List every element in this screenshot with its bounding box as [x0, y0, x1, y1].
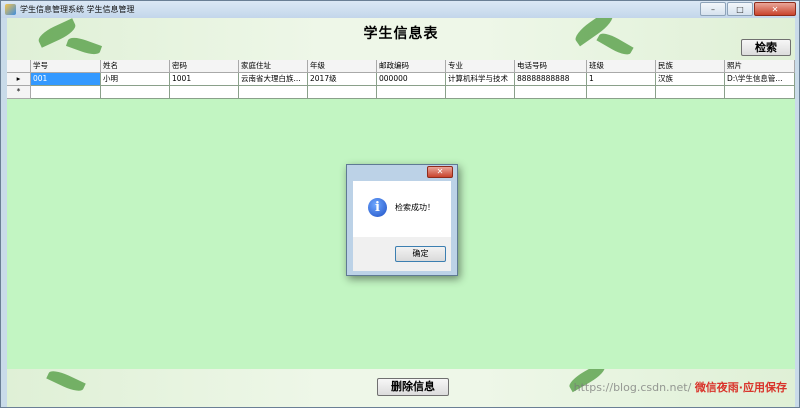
- info-icon: i: [368, 198, 387, 217]
- table-cell[interactable]: [515, 86, 587, 99]
- ok-button[interactable]: 确定: [395, 246, 446, 262]
- table-row[interactable]: ▸ 001 小明 1001 云南省大理白族... 2017级 000000 计算…: [7, 73, 795, 86]
- table-cell[interactable]: [239, 86, 308, 99]
- dialog-title-bar[interactable]: ✕: [347, 165, 457, 181]
- app-window: 学生信息管理系统 学生信息管理 – □ ✕ 学生信息表 检索 学号 姓名 密码 …: [0, 0, 800, 408]
- table-cell[interactable]: 88888888888: [515, 73, 587, 86]
- table-cell[interactable]: 计算机科学与技术: [446, 73, 515, 86]
- table-cell[interactable]: [725, 86, 795, 99]
- table-cell[interactable]: [31, 86, 101, 99]
- column-header-phone[interactable]: 电话号码: [515, 60, 587, 73]
- table-cell[interactable]: [308, 86, 377, 99]
- watermark-url: https://blog.csdn.net/: [573, 381, 692, 394]
- search-button[interactable]: 检索: [741, 39, 791, 56]
- table-cell[interactable]: D:\学生信息管...: [725, 73, 795, 86]
- row-header-corner[interactable]: [7, 60, 31, 73]
- column-header-password[interactable]: 密码: [170, 60, 239, 73]
- leaf-decoration-icon: [46, 369, 86, 395]
- table-cell[interactable]: 汉族: [656, 73, 725, 86]
- dialog-close-button[interactable]: ✕: [427, 166, 453, 178]
- table-cell[interactable]: 2017级: [308, 73, 377, 86]
- title-bar[interactable]: 学生信息管理系统 学生信息管理 – □ ✕: [1, 1, 799, 18]
- table-cell[interactable]: [101, 86, 170, 99]
- watermark: https://blog.csdn.net/ 微信夜雨·应用保存: [574, 379, 787, 395]
- column-header-class[interactable]: 班级: [587, 60, 656, 73]
- column-header-photo[interactable]: 照片: [725, 60, 795, 73]
- watermark-brand: 微信夜雨·应用保存: [694, 381, 787, 394]
- row-selector[interactable]: ▸: [7, 73, 31, 86]
- table-cell[interactable]: [377, 86, 446, 99]
- new-row-marker[interactable]: *: [7, 86, 31, 99]
- table-cell[interactable]: 1001: [170, 73, 239, 86]
- column-header-postcode[interactable]: 邮政编码: [377, 60, 446, 73]
- column-header-student-id[interactable]: 学号: [31, 60, 101, 73]
- table-cell[interactable]: 云南省大理白族...: [239, 73, 308, 86]
- new-row[interactable]: *: [7, 86, 795, 99]
- table-cell[interactable]: 000000: [377, 73, 446, 86]
- column-header-address[interactable]: 家庭住址: [239, 60, 308, 73]
- dialog-footer: 确定: [353, 237, 451, 271]
- table-cell[interactable]: [170, 86, 239, 99]
- page-title: 学生信息表: [363, 26, 439, 42]
- table-cell[interactable]: 1: [587, 73, 656, 86]
- close-button[interactable]: ✕: [754, 2, 796, 16]
- column-header-ethnicity[interactable]: 民族: [656, 60, 725, 73]
- table-cell[interactable]: 001: [31, 73, 101, 86]
- window-title: 学生信息管理系统 学生信息管理: [20, 5, 135, 14]
- table-header-row: 学号 姓名 密码 家庭住址 年级 邮政编码 专业 电话号码 班级 民族 照片: [7, 60, 795, 73]
- maximize-button[interactable]: □: [727, 2, 753, 16]
- table-cell[interactable]: [587, 86, 656, 99]
- window-controls: – □ ✕: [700, 2, 796, 16]
- footer-panel: 删除信息 https://blog.csdn.net/ 微信夜雨·应用保存: [7, 369, 795, 407]
- table-cell[interactable]: 小明: [101, 73, 170, 86]
- table-cell[interactable]: [656, 86, 725, 99]
- dialog-body: i 检索成功！: [353, 181, 451, 237]
- delete-button[interactable]: 删除信息: [377, 378, 449, 396]
- column-header-name[interactable]: 姓名: [101, 60, 170, 73]
- dialog-message: 检索成功！: [395, 203, 435, 212]
- app-icon: [5, 4, 16, 15]
- table-cell[interactable]: [446, 86, 515, 99]
- column-header-grade[interactable]: 年级: [308, 60, 377, 73]
- message-dialog: ✕ i 检索成功！ 确定: [346, 164, 458, 276]
- header-panel: 学生信息表 检索: [7, 18, 795, 60]
- minimize-button[interactable]: –: [700, 2, 726, 16]
- column-header-major[interactable]: 专业: [446, 60, 515, 73]
